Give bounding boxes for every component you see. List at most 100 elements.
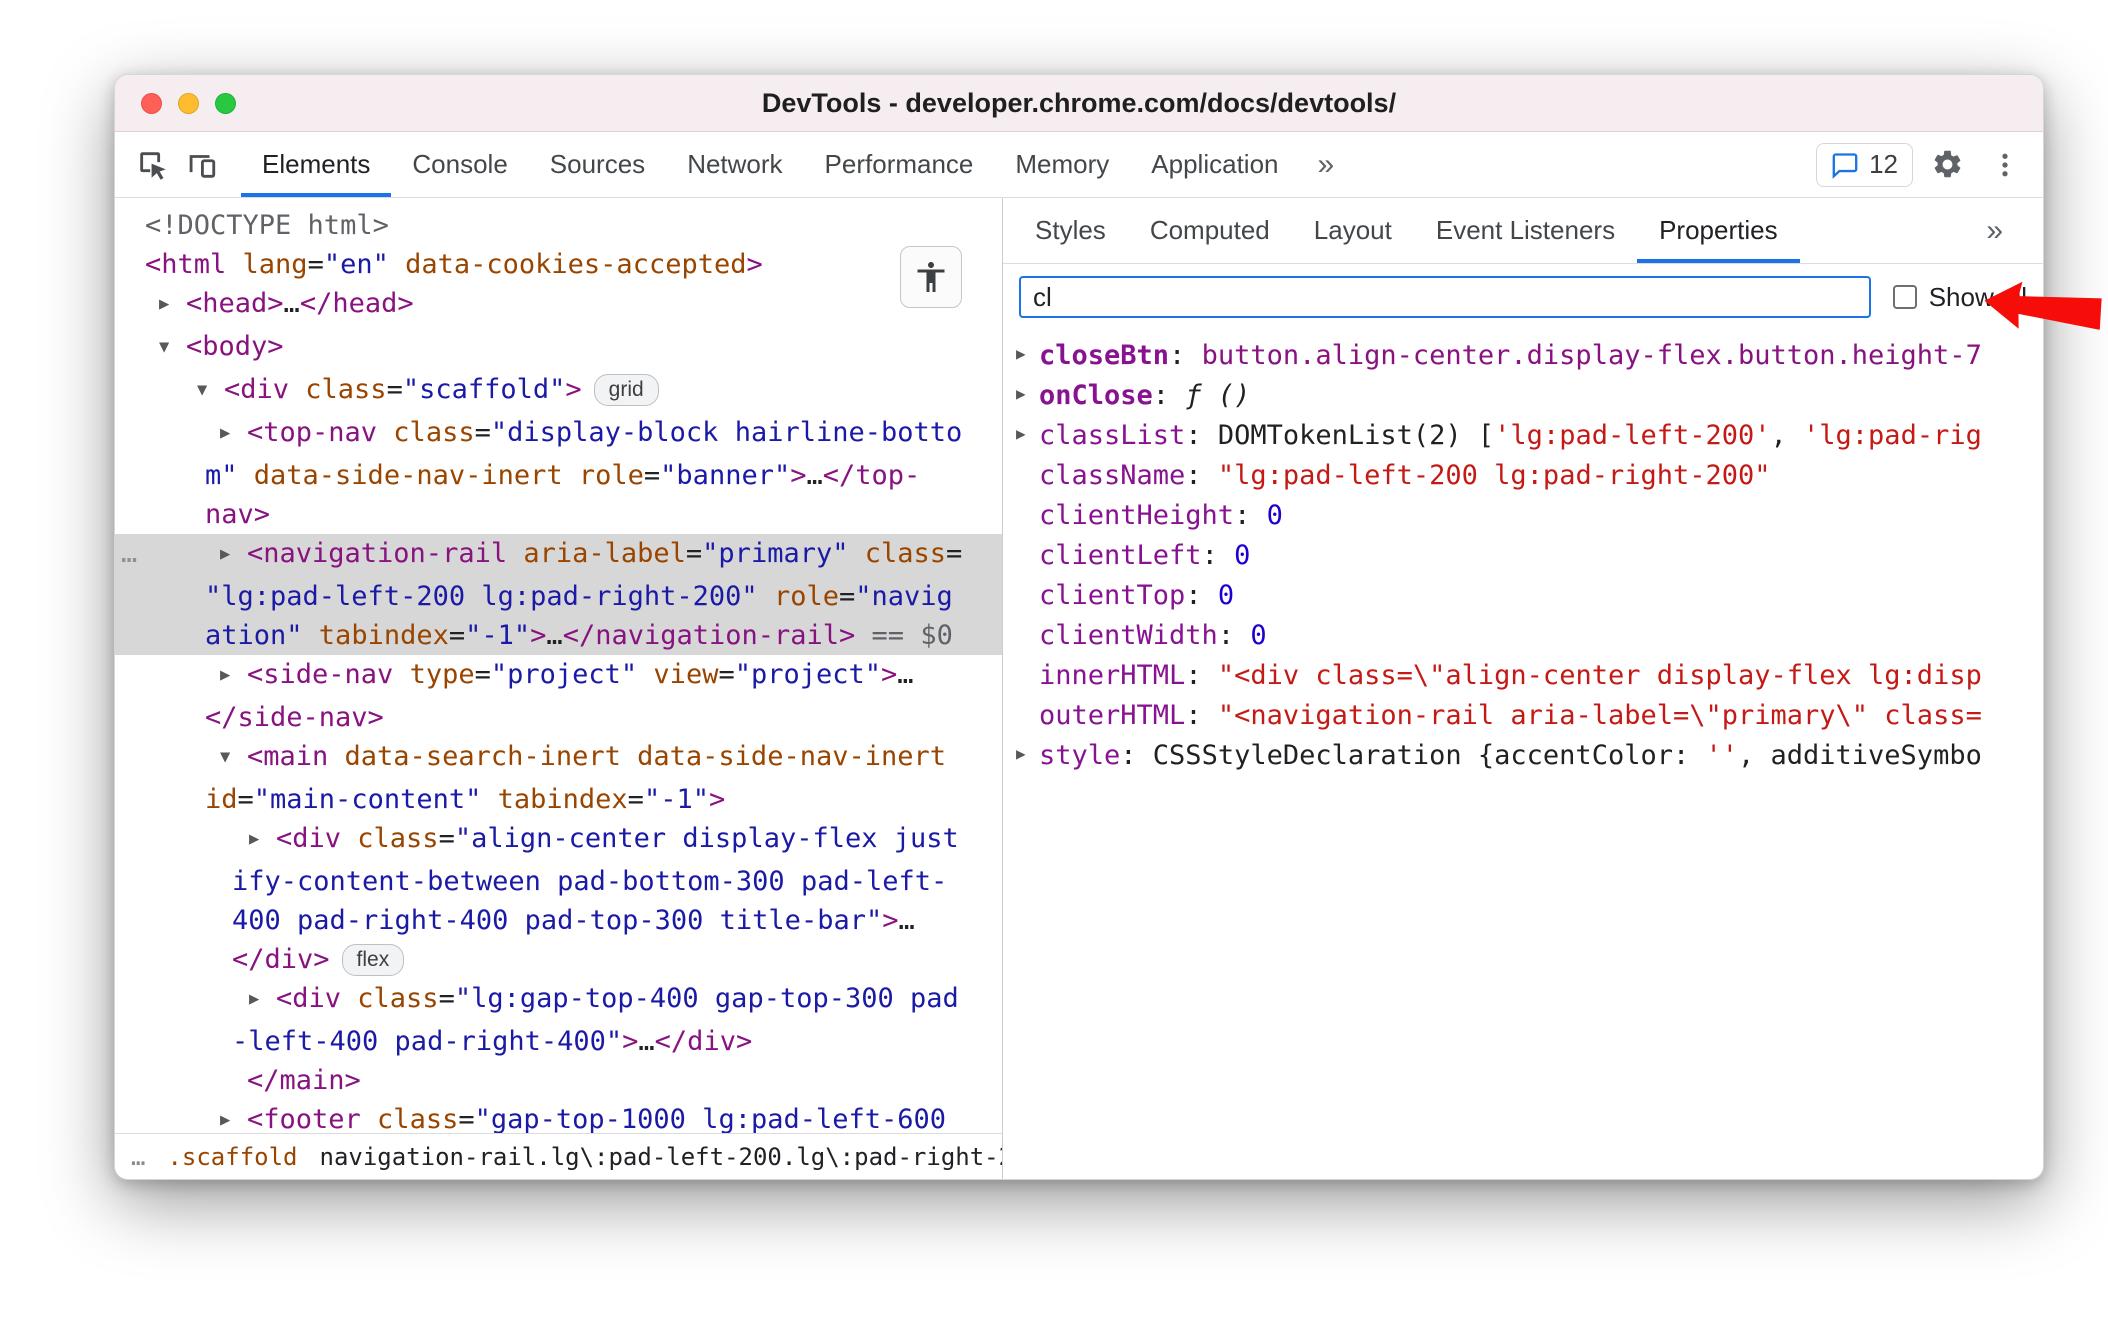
- dom-tree-row[interactable]: </div> flex: [115, 940, 1002, 979]
- inspect-element-button[interactable]: [129, 132, 177, 197]
- code-token: "navig: [855, 581, 953, 612]
- code-token: =: [438, 823, 455, 854]
- settings-button[interactable]: [1923, 148, 1971, 181]
- property-token: :: [1201, 540, 1235, 571]
- dom-tree-row[interactable]: 400 pad-right-400 pad-top-300 title-bar"…: [115, 901, 1002, 940]
- property-row[interactable]: ▶ onClose: ƒ (): [1003, 376, 2043, 416]
- dom-tree-row[interactable]: ▶ <side-nav type="project" view="project"…: [115, 655, 1002, 698]
- customize-devtools-button[interactable]: [1981, 150, 2029, 180]
- code-token: </div>: [654, 1026, 753, 1057]
- sidebar-tab-styles[interactable]: Styles: [1013, 198, 1128, 263]
- tab-performance[interactable]: Performance: [804, 132, 995, 197]
- tab-memory[interactable]: Memory: [994, 132, 1130, 197]
- dom-tree-row[interactable]: ▶ <head>…</head>: [115, 284, 1002, 327]
- dom-tree-row[interactable]: <!DOCTYPE html>: [115, 206, 1002, 245]
- property-token: ,: [1770, 420, 1804, 451]
- dom-tree-row[interactable]: ▶ <div class="lg:gap-top-400 gap-top-300 …: [115, 979, 1002, 1022]
- console-messages-button[interactable]: 12: [1816, 142, 1913, 187]
- property-row[interactable]: ▶ style: CSSStyleDeclaration {accentColor…: [1003, 736, 2043, 776]
- expand-arrow-closed-icon[interactable]: ▶: [220, 535, 247, 574]
- expand-arrow-closed-icon[interactable]: ▶: [1016, 416, 1026, 454]
- expand-arrow-closed-icon[interactable]: ▶: [249, 980, 276, 1019]
- badge-grid[interactable]: grid: [593, 374, 659, 406]
- code-token: "align-center display-flex just: [454, 823, 959, 854]
- expand-arrow-closed-icon[interactable]: ▶: [220, 414, 247, 453]
- tab-elements[interactable]: Elements: [241, 132, 391, 197]
- code-token: </head>: [299, 288, 414, 319]
- expand-arrow-closed-icon[interactable]: ▶: [220, 656, 247, 695]
- tab-sources[interactable]: Sources: [529, 132, 666, 197]
- expand-arrow-closed-icon[interactable]: ▶: [159, 285, 186, 324]
- expand-arrow-open-icon[interactable]: ▼: [159, 328, 186, 367]
- sidebar-tab-event-listeners[interactable]: Event Listeners: [1414, 198, 1637, 263]
- dom-tree-row[interactable]: nav>: [115, 495, 1002, 534]
- expand-arrow-closed-icon[interactable]: ▶: [1016, 336, 1026, 374]
- breadcrumb-item[interactable]: navigation-rail.lg\:pad-left-200.lg\:pad…: [320, 1143, 1003, 1171]
- dom-tree-row[interactable]: </side-nav>: [115, 698, 1002, 737]
- dom-tree-row[interactable]: </main>: [115, 1061, 1002, 1100]
- dom-tree-row[interactable]: ▼ <main data-search-inert data-side-nav-i…: [115, 737, 1002, 780]
- tab-application[interactable]: Application: [1130, 132, 1299, 197]
- tab-console[interactable]: Console: [391, 132, 528, 197]
- property-token: DOMTokenList(2) [: [1217, 420, 1495, 451]
- property-row[interactable]: clientTop: 0: [1003, 576, 2043, 616]
- code-token: role: [757, 581, 839, 612]
- code-token: >: [565, 374, 582, 405]
- dom-tree-row[interactable]: id="main-content" tabindex="-1">: [115, 780, 1002, 819]
- code-token: view: [637, 659, 719, 690]
- badge-flex[interactable]: flex: [341, 944, 405, 976]
- expand-arrow-closed-icon[interactable]: ▶: [249, 820, 276, 859]
- more-sidebar-tabs-button[interactable]: »: [1968, 198, 2043, 263]
- property-row[interactable]: outerHTML: "<navigation-rail aria-label=…: [1003, 696, 2043, 736]
- sidebar-tab-layout[interactable]: Layout: [1292, 198, 1414, 263]
- tab-network[interactable]: Network: [666, 132, 803, 197]
- code-token: data-side-nav-inert: [237, 460, 563, 491]
- dom-tree-row[interactable]: <html lang="en" data-cookies-accepted>: [115, 245, 1002, 284]
- properties-filter-input[interactable]: [1019, 276, 1871, 318]
- property-token: 'lg:pad-left-200': [1494, 420, 1771, 451]
- code-token: "project": [734, 659, 882, 690]
- dom-tree-row[interactable]: ▼ <body>: [115, 327, 1002, 370]
- code-token: tabindex: [481, 784, 628, 815]
- dom-tree-row[interactable]: -left-400 pad-right-400">…</div>: [115, 1022, 1002, 1061]
- property-row[interactable]: className: "lg:pad-left-200 lg:pad-right…: [1003, 456, 2043, 496]
- dom-tree-row[interactable]: "lg:pad-left-200 lg:pad-right-200" role=…: [115, 577, 1002, 616]
- dom-tree-row[interactable]: m" data-side-nav-inert role="banner">…</…: [115, 456, 1002, 495]
- expand-arrow-closed-icon[interactable]: ▶: [1016, 376, 1026, 414]
- dom-tree-row[interactable]: ▶ <top-nav class="display-block hairline-…: [115, 413, 1002, 456]
- dom-tree-row[interactable]: ▼ <div class="scaffold"> grid: [115, 370, 1002, 413]
- code-token: =: [685, 538, 703, 569]
- expand-arrow-closed-icon[interactable]: ▶: [1016, 736, 1026, 774]
- breadcrumb-item[interactable]: .scaffold: [167, 1143, 297, 1171]
- property-row[interactable]: clientHeight: 0: [1003, 496, 2043, 536]
- show-all-checkbox[interactable]: [1892, 285, 1917, 309]
- code-token: class: [360, 1104, 459, 1133]
- expand-arrow-closed-icon[interactable]: ▶: [220, 1101, 247, 1133]
- dom-tree-row[interactable]: ▶ <div class="align-center display-flex j…: [115, 819, 1002, 862]
- dom-tree-row[interactable]: ify-content-between pad-bottom-300 pad-l…: [115, 862, 1002, 901]
- code-token: "-1": [465, 620, 531, 651]
- property-row[interactable]: ▶ closeBtn: button.align-center.display-f…: [1003, 336, 2043, 376]
- property-row[interactable]: clientLeft: 0: [1003, 536, 2043, 576]
- breadcrumb-item[interactable]: …: [131, 1143, 145, 1171]
- property-token: clientTop: [1039, 580, 1186, 611]
- property-row[interactable]: clientWidth: 0: [1003, 616, 2043, 656]
- property-row[interactable]: ▶ classList: DOMTokenList(2) ['lg:pad-lef…: [1003, 416, 2043, 456]
- code-token: "display-block hairline-botto: [490, 417, 963, 448]
- sidebar-tab-properties[interactable]: Properties: [1637, 198, 1800, 263]
- expand-arrow-open-icon[interactable]: ▼: [197, 371, 224, 410]
- property-row[interactable]: innerHTML: "<div class=\"align-center di…: [1003, 656, 2043, 696]
- toggle-device-toolbar-button[interactable]: [177, 132, 225, 197]
- dom-tree-row[interactable]: ▶ <footer class="gap-top-1000 lg:pad-left…: [115, 1100, 1002, 1133]
- row-menu-dots[interactable]: …: [121, 534, 137, 573]
- dom-tree-row[interactable]: ation" tabindex="-1">…</navigation-rail>…: [115, 616, 1002, 655]
- code-token: <footer: [247, 1104, 361, 1133]
- dom-tree-row[interactable]: … ▶ <navigation-rail aria-label="primary" …: [115, 534, 1002, 577]
- code-token: <main: [247, 741, 329, 772]
- expand-arrow-open-icon[interactable]: ▼: [220, 738, 247, 777]
- sidebar-tab-computed[interactable]: Computed: [1128, 198, 1292, 263]
- devtools-content: <!DOCTYPE html> <html lang="en" data-cook…: [115, 198, 2043, 1179]
- code-token: =: [627, 784, 644, 815]
- code-token: type: [393, 659, 475, 690]
- more-panels-button[interactable]: »: [1300, 132, 1353, 197]
